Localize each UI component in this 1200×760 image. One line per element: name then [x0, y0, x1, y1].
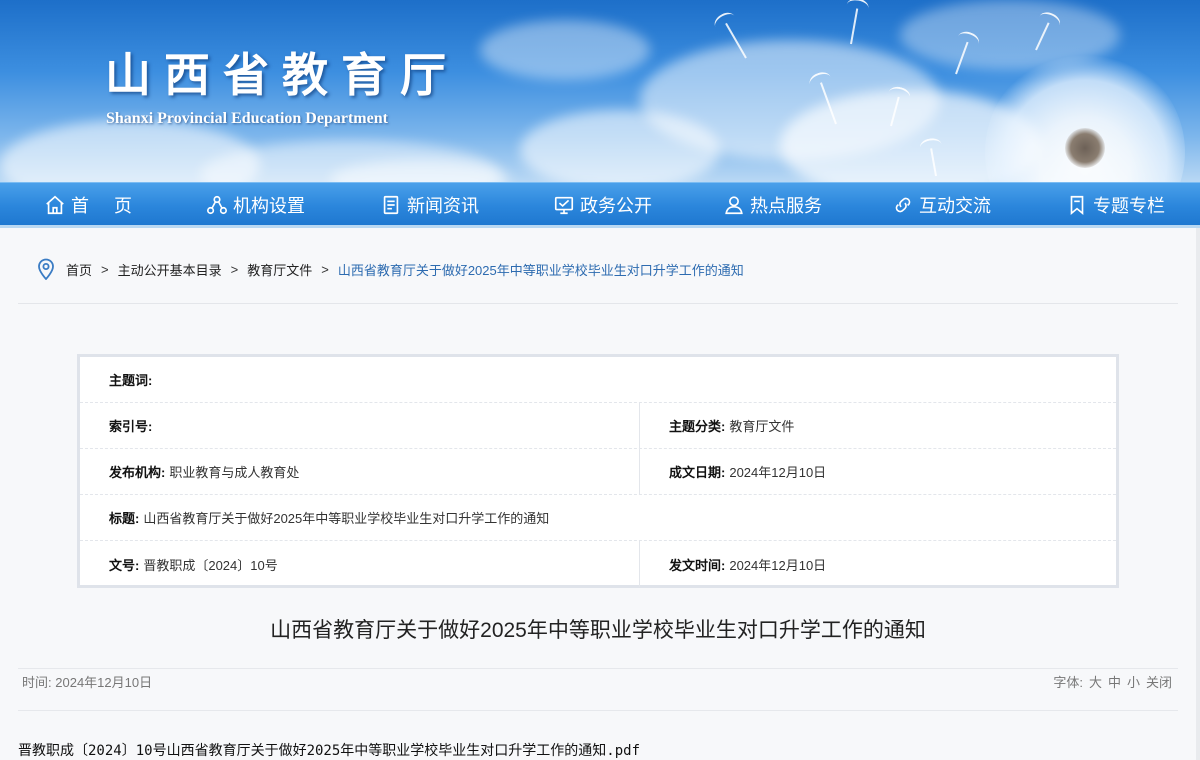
nav-item-label: 首 页 [71, 195, 143, 216]
meta-key: 索引号: [109, 419, 153, 434]
article-title: 山西省教育厅关于做好2025年中等职业学校毕业生对口升学工作的通知 [270, 619, 926, 642]
location-pin-icon [38, 258, 54, 280]
breadcrumb-home[interactable]: 首页 [66, 260, 92, 279]
nav-item-label: 互动交流 [919, 195, 991, 216]
nav-item-gov-affairs[interactable]: 政务公开 [553, 183, 652, 226]
breadcrumb-separator: > [101, 261, 109, 277]
nav-item-label: 专题专栏 [1093, 195, 1165, 216]
nav-item-label: 新闻资讯 [407, 195, 479, 216]
article-info-bar: 时间: 2024年12月10日 字体: 大 中 小 关闭 [18, 668, 1178, 711]
font-small-button[interactable]: 小 [1127, 672, 1140, 691]
font-medium-button[interactable]: 中 [1108, 672, 1121, 691]
publish-time-value: 2024年12月10日 [55, 675, 153, 690]
publish-time: 时间: 2024年12月10日 [22, 672, 152, 691]
user-icon [725, 195, 743, 214]
home-icon [46, 195, 64, 214]
nav-item-label: 机构设置 [233, 195, 305, 216]
scrollbar[interactable] [1196, 228, 1200, 760]
breadcrumb-catalog[interactable]: 主动公开基本目录 [118, 260, 222, 279]
screen-check-icon [554, 196, 574, 214]
meta-value: 山西省教育厅关于做好2025年中等职业学校毕业生对口升学工作的通知 [143, 511, 550, 526]
meta-key: 文号: [109, 557, 140, 573]
font-size-label: 字体: [1053, 675, 1083, 690]
nav-item-label: 热点服务 [750, 195, 822, 216]
nav-item-home[interactable]: 首 页 [44, 183, 142, 226]
meta-key: 成文日期: [669, 465, 726, 480]
font-size-controls: 字体: 大 中 小 关闭 [1053, 672, 1172, 691]
meta-key: 标题: [109, 511, 140, 526]
nav-item-topics[interactable]: 专题专栏 [1066, 183, 1165, 226]
main-nav: 首 页 机构设置 新闻资讯 政务公开 热点服务 互动交流 专题专栏 [0, 182, 1200, 228]
meta-key: 发布机构: [109, 465, 166, 480]
meta-key: 主题分类: [669, 419, 726, 434]
nav-item-org[interactable]: 机构设置 [206, 183, 305, 226]
org-chart-icon [207, 195, 227, 214]
close-button[interactable]: 关闭 [1146, 672, 1172, 691]
breadcrumb: 首页 > 主动公开基本目录 > 教育厅文件 > 山西省教育厅关于做好2025年中… [36, 257, 744, 281]
bookmark-icon [1070, 195, 1084, 215]
site-title: 山西省教育厅 [105, 48, 459, 102]
breadcrumb-separator: > [321, 261, 329, 277]
nav-item-services[interactable]: 热点服务 [723, 183, 822, 226]
document-meta-table: 主题词: 索引号: 主题分类: 教育厅文件 发布机构: 职业教育与成人教育处 成… [77, 354, 1119, 588]
meta-value: 职业教育与成人教育处 [169, 465, 300, 480]
meta-key: 发文时间: [669, 557, 726, 573]
meta-value: 晋教职成〔2024〕10号 [143, 557, 278, 573]
link-icon [895, 197, 911, 212]
nav-item-news[interactable]: 新闻资讯 [380, 183, 479, 226]
breadcrumb-separator: > [230, 261, 239, 277]
meta-row-doc-no: 文号: 晋教职成〔2024〕10号 发文时间: 2024年12月10日 [80, 541, 1116, 587]
meta-row-subject-words: 主题词: [80, 357, 1116, 403]
meta-row-index: 索引号: 主题分类: 教育厅文件 [80, 403, 1116, 449]
meta-value: 2024年12月10日 [729, 557, 827, 573]
nav-item-interaction[interactable]: 互动交流 [892, 183, 991, 226]
attachment-link[interactable]: 晋教职成〔2024〕10号山西省教育厅关于做好2025年中等职业学校毕业生对口升… [18, 740, 640, 760]
font-large-button[interactable]: 大 [1089, 672, 1102, 691]
publish-time-label: 时间: [22, 675, 52, 690]
nav-item-label: 政务公开 [580, 195, 652, 216]
meta-row-publisher: 发布机构: 职业教育与成人教育处 成文日期: 2024年12月10日 [80, 449, 1116, 495]
meta-value: 教育厅文件 [729, 419, 795, 434]
document-icon [383, 195, 399, 214]
breadcrumb-current[interactable]: 山西省教育厅关于做好2025年中等职业学校毕业生对口升学工作的通知 [338, 260, 744, 279]
divider [18, 303, 1178, 304]
meta-key: 主题词: [109, 373, 153, 388]
header-banner: 山西省教育厅 Shanxi Provincial Education Depar… [0, 0, 1200, 182]
meta-row-title: 标题: 山西省教育厅关于做好2025年中等职业学校毕业生对口升学工作的通知 [80, 495, 1116, 541]
site-subtitle: Shanxi Provincial Education Department [106, 110, 388, 127]
meta-value: 2024年12月10日 [729, 465, 827, 480]
breadcrumb-documents[interactable]: 教育厅文件 [247, 260, 312, 279]
